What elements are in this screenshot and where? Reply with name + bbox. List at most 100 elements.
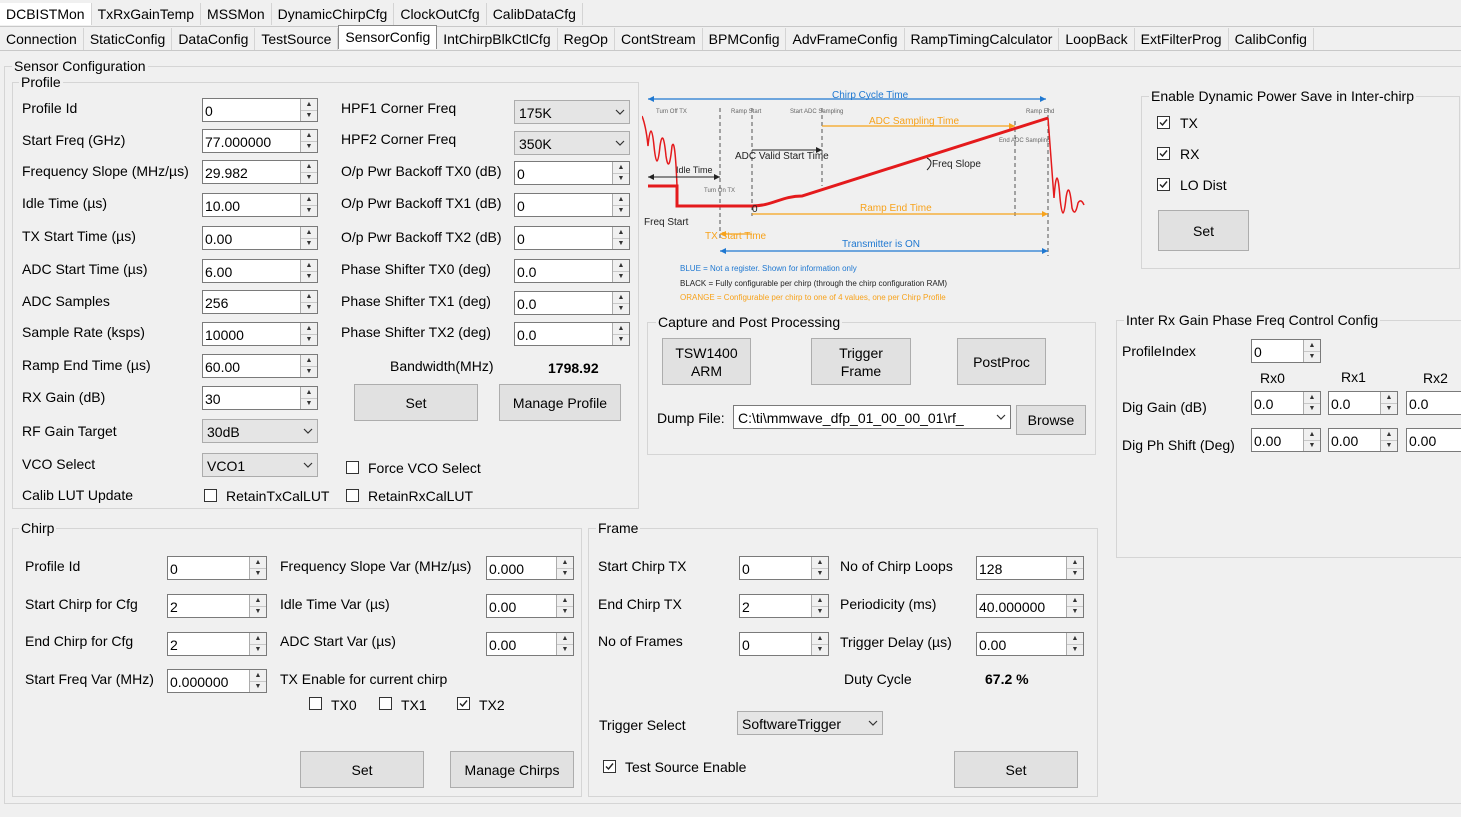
tab-advframeconfig[interactable]: AdvFrameConfig xyxy=(786,28,905,50)
ramp-end-label: Ramp End Time (µs) xyxy=(22,357,151,373)
tab-loopback[interactable]: LoopBack xyxy=(1059,28,1135,50)
tab-calibdatacfg[interactable]: CalibDataCfg xyxy=(486,3,583,25)
start-chirp-tx-input[interactable]: 0 ▲ ▼ xyxy=(739,556,829,580)
tab-dcbistmon[interactable]: DCBISTMon xyxy=(0,3,92,25)
tab-contstream[interactable]: ContStream xyxy=(614,28,703,50)
test-source-checkbox[interactable] xyxy=(603,760,616,773)
tab-intchirpblkctlcfg[interactable]: IntChirpBlkCtlCfg xyxy=(437,28,558,50)
tab-txrxgaintemp[interactable]: TxRxGainTemp xyxy=(91,3,202,25)
test-source-label: Test Source Enable xyxy=(625,759,747,775)
frame-set-button[interactable]: Set xyxy=(954,751,1078,788)
adc-start-input[interactable]: 6.00 ▲ ▼ xyxy=(202,259,318,283)
postproc-button[interactable]: PostProc xyxy=(957,338,1046,385)
end-chirp-tx-input[interactable]: 2 ▲ ▼ xyxy=(739,594,829,618)
chirp-loops-input[interactable]: 128 ▲ ▼ xyxy=(976,556,1084,580)
idle-time-input[interactable]: 10.00 ▲ ▼ xyxy=(202,193,318,217)
dig-gain-rx2-input[interactable]: 0.0 xyxy=(1406,391,1461,415)
chirp-profile-id-input[interactable]: 0 ▲ ▼ xyxy=(167,556,267,580)
power-save-set-button[interactable]: Set xyxy=(1158,210,1249,251)
power-save-rx-checkbox[interactable] xyxy=(1157,147,1170,160)
ramp-end-input[interactable]: 60.00 ▲ ▼ xyxy=(202,354,318,378)
interrx-title: Inter Rx Gain Phase Freq Control Config xyxy=(1124,312,1381,328)
backoff-tx2-input[interactable]: 0 ▲ ▼ xyxy=(514,226,630,250)
start-freq-var-input[interactable]: 0.000000 ▲ ▼ xyxy=(167,669,267,693)
hpf1-select[interactable]: 175K xyxy=(514,100,630,124)
tab-dataconfig[interactable]: DataConfig xyxy=(172,28,256,50)
slope-var-input[interactable]: 0.000 ▲ ▼ xyxy=(486,556,574,580)
manage-profile-button[interactable]: Manage Profile xyxy=(499,384,621,421)
tab-sensorconfig[interactable]: SensorConfig xyxy=(338,25,438,49)
phase-tx0-input[interactable]: 0.0 ▲ ▼ xyxy=(514,259,630,283)
profile-id-input[interactable]: 0 ▲ ▼ xyxy=(202,98,318,122)
phase-tx1-input[interactable]: 0.0 ▲ ▼ xyxy=(514,291,630,315)
force-vco-checkbox[interactable] xyxy=(346,461,359,474)
frames-input[interactable]: 0 ▲ ▼ xyxy=(739,632,829,656)
vco-select[interactable]: VCO1 xyxy=(202,453,318,477)
adc-var-input[interactable]: 0.00 ▲ ▼ xyxy=(486,632,574,656)
trigger-frame-button[interactable]: Trigger Frame xyxy=(811,338,911,385)
trigger-select[interactable]: SoftwareTrigger xyxy=(737,711,883,735)
tab-calibconfig[interactable]: CalibConfig xyxy=(1228,28,1314,50)
tab-ramptimingcalculator[interactable]: RampTimingCalculator xyxy=(904,28,1060,50)
trigger-delay-input[interactable]: 0.00 ▲ ▼ xyxy=(976,632,1084,656)
tab-extfilterprog[interactable]: ExtFilterProg xyxy=(1134,28,1229,50)
tab-dynamicchirpcfg[interactable]: DynamicChirpCfg xyxy=(271,3,395,25)
backoff-tx0-input[interactable]: 0 ▲ ▼ xyxy=(514,161,630,185)
periodicity-label: Periodicity (ms) xyxy=(840,596,937,612)
retain-tx-checkbox[interactable] xyxy=(204,489,217,502)
dig-phase-label: Dig Ph Shift (Deg) xyxy=(1122,437,1235,453)
tab-clockoutcfg[interactable]: ClockOutCfg xyxy=(394,3,487,25)
periodicity-input[interactable]: 40.000000 ▲ ▼ xyxy=(976,594,1084,618)
profile-set-button[interactable]: Set xyxy=(354,384,478,421)
svg-text:Idle Time: Idle Time xyxy=(676,165,713,175)
dig-gain-rx0-input[interactable]: 0.0 ▲ ▼ xyxy=(1251,391,1321,415)
power-save-rx-label: RX xyxy=(1180,146,1200,162)
backoff-tx0-label: O/p Pwr Backoff TX0 (dB) xyxy=(341,163,502,179)
profile-index-input[interactable]: 0 ▲ ▼ xyxy=(1251,339,1321,363)
tab-bpmconfig[interactable]: BPMConfig xyxy=(702,28,787,50)
tx2-checkbox[interactable] xyxy=(457,697,470,710)
dump-file-select[interactable]: C:\ti\mmwave_dfp_01_00_00_01\rf_ xyxy=(733,405,1011,429)
dig-gain-rx1-input[interactable]: 0.0 ▲ ▼ xyxy=(1328,391,1398,415)
tx-start-input[interactable]: 0.00 ▲ ▼ xyxy=(202,226,318,250)
phase-tx2-input[interactable]: 0.0 ▲ ▼ xyxy=(514,322,630,346)
tab-regop[interactable]: RegOp xyxy=(557,28,615,50)
start-chirp-input[interactable]: 2 ▲ ▼ xyxy=(167,594,267,618)
tx1-checkbox[interactable] xyxy=(379,697,392,710)
freq-slope-input[interactable]: 29.982 ▲ ▼ xyxy=(202,160,318,184)
start-chirp-tx-label: Start Chirp TX xyxy=(598,558,687,574)
dig-phase-rx1-input[interactable]: 0.00 ▲ ▼ xyxy=(1328,428,1398,452)
retain-rx-checkbox[interactable] xyxy=(346,489,359,502)
tab-testsource[interactable]: TestSource xyxy=(255,28,339,50)
svg-text:BLUE = Not a register. Shown f: BLUE = Not a register. Shown for informa… xyxy=(680,264,857,273)
rf-gain-select[interactable]: 30dB xyxy=(202,419,318,443)
manage-chirps-button[interactable]: Manage Chirps xyxy=(450,751,574,788)
power-save-lo-checkbox[interactable] xyxy=(1157,178,1170,191)
profile-title: Profile xyxy=(19,74,63,90)
tx0-checkbox[interactable] xyxy=(309,697,322,710)
browse-button[interactable]: Browse xyxy=(1016,405,1086,435)
chirp-loops-label: No of Chirp Loops xyxy=(840,558,953,574)
rx-gain-input[interactable]: 30 ▲ ▼ xyxy=(202,386,318,410)
tab-mssmon[interactable]: MSSMon xyxy=(201,3,272,25)
rf-gain-label: RF Gain Target xyxy=(22,423,117,439)
chirp-cycle-text: Chirp Cycle Time xyxy=(832,90,909,101)
frames-label: No of Frames xyxy=(598,633,683,649)
idle-var-input[interactable]: 0.00 ▲ ▼ xyxy=(486,594,574,618)
chirp-set-button[interactable]: Set xyxy=(300,751,424,788)
tab-staticconfig[interactable]: StaticConfig xyxy=(83,28,173,50)
dig-phase-rx2-input[interactable]: 0.00 xyxy=(1406,428,1461,452)
end-chirp-input[interactable]: 2 ▲ ▼ xyxy=(167,632,267,656)
dig-phase-rx0-input[interactable]: 0.00 ▲ ▼ xyxy=(1251,428,1321,452)
power-save-tx-checkbox[interactable] xyxy=(1157,116,1170,129)
rx2-header: Rx2 xyxy=(1423,370,1448,386)
start-freq-input[interactable]: 77.000000 ▲ ▼ xyxy=(202,129,318,153)
tx2-label: TX2 xyxy=(479,697,505,713)
backoff-tx1-input[interactable]: 0 ▲ ▼ xyxy=(514,193,630,217)
hpf2-select[interactable]: 350K xyxy=(514,131,630,155)
sample-rate-input[interactable]: 10000 ▲ ▼ xyxy=(202,322,318,346)
tab-connection[interactable]: Connection xyxy=(0,28,84,50)
start-chirp-label: Start Chirp for Cfg xyxy=(25,596,138,612)
adc-samples-input[interactable]: 256 ▲ ▼ xyxy=(202,290,318,314)
tsw1400-arm-button[interactable]: TSW1400 ARM xyxy=(662,338,751,385)
